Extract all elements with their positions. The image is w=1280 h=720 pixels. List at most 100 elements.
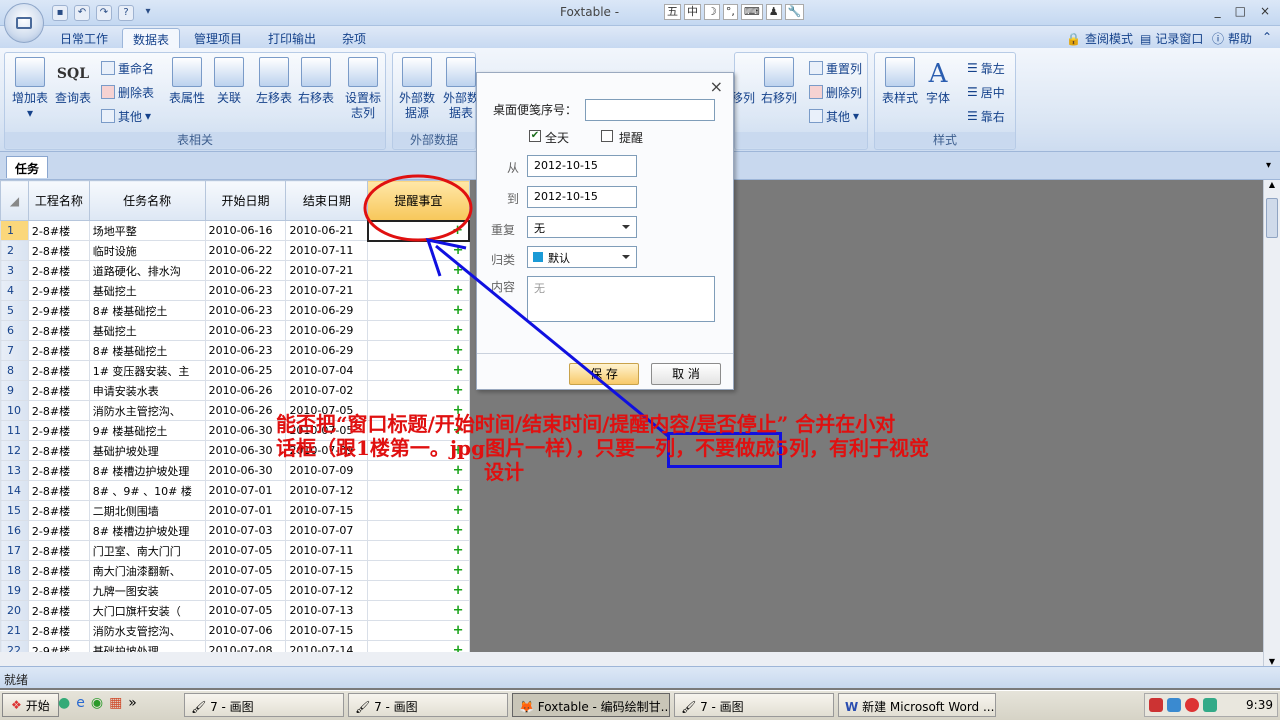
cell-task[interactable]: 9# 楼基础挖土 xyxy=(88,420,206,441)
cell-project[interactable]: 2-8#楼 xyxy=(27,440,90,461)
minimize-button[interactable]: _ xyxy=(1215,4,1221,18)
col-header-project[interactable]: 工程名称 xyxy=(27,180,90,221)
cell-start[interactable]: 2010-07-01 xyxy=(204,480,287,501)
more-icon[interactable]: » xyxy=(128,695,137,711)
cell-reminder[interactable]: + xyxy=(367,340,470,361)
cell-task[interactable]: 申请安装水表 xyxy=(88,380,206,401)
cell-start[interactable]: 2010-07-01 xyxy=(204,500,287,521)
cell-start[interactable]: 2010-06-23 xyxy=(204,320,287,341)
cell-task[interactable]: 南大门油漆翻新、 xyxy=(88,560,206,581)
cell-task[interactable]: 8# 楼基础挖土 xyxy=(88,300,206,321)
cell-project[interactable]: 2-8#楼 xyxy=(27,400,90,421)
cell-start[interactable]: 2010-07-05 xyxy=(204,540,287,561)
add-reminder-icon[interactable]: + xyxy=(453,624,468,637)
table-row[interactable]: 9 2-8#楼 申请安装水表 2010-06-26 2010-07-02 + xyxy=(0,380,470,401)
cell-reminder[interactable]: + xyxy=(367,380,470,401)
table-row[interactable]: 3 2-8#楼 道路硬化、排水沟 2010-06-22 2010-07-21 + xyxy=(0,260,470,281)
record-window-button[interactable]: ▤ 记录窗口 xyxy=(1140,30,1203,47)
cell-reminder[interactable]: + xyxy=(367,620,470,641)
close-icon[interactable]: × xyxy=(710,77,723,96)
table-row[interactable]: 6 2-8#楼 基础挖土 2010-06-23 2010-06-29 + xyxy=(0,320,470,341)
scroll-thumb[interactable] xyxy=(1266,198,1278,238)
cell-start[interactable]: 2010-07-03 xyxy=(204,520,287,541)
cell-task[interactable]: 8# 楼基础挖土 xyxy=(88,340,206,361)
app-menu-button[interactable] xyxy=(4,3,44,43)
cell-start[interactable]: 2010-07-06 xyxy=(204,620,287,641)
table-row[interactable]: 1 2-8#楼 场地平整 2010-06-16 2010-06-21 + xyxy=(0,219,470,242)
add-reminder-icon[interactable]: + xyxy=(453,544,468,557)
cell-start[interactable]: 2010-06-23 xyxy=(204,300,287,321)
tab-task[interactable]: 任务 xyxy=(6,156,49,178)
cell-end[interactable]: 2010-07-13 xyxy=(285,600,369,621)
cell-reminder[interactable]: + xyxy=(367,260,470,281)
ime-keyboard-icon[interactable]: ⌨ xyxy=(740,4,763,20)
cell-end[interactable]: 2010-07-04 xyxy=(285,360,369,381)
cell-end[interactable]: 2010-07-15 xyxy=(285,560,369,581)
other-col-button[interactable]: 其他 ▾ xyxy=(809,107,859,125)
cell-reminder[interactable]: + xyxy=(367,280,470,301)
add-reminder-icon[interactable]: + xyxy=(453,384,468,397)
add-table-button[interactable]: 增加表 ▾ xyxy=(7,57,53,121)
tab-dropdown-icon[interactable]: ▾ xyxy=(1266,160,1271,171)
qat-dropdown-icon[interactable]: ▾ xyxy=(140,5,156,21)
cell-end[interactable]: 2010-07-21 xyxy=(285,260,369,281)
cell-project[interactable]: 2-9#楼 xyxy=(27,520,90,541)
cell-reminder[interactable]: + xyxy=(367,540,470,561)
cell-reminder[interactable]: + xyxy=(367,560,470,581)
cell-task[interactable]: 基础挖土 xyxy=(88,320,206,341)
add-reminder-icon[interactable]: + xyxy=(453,524,468,537)
delete-col-button[interactable]: 删除列 xyxy=(809,83,862,101)
other-table-button[interactable]: 其他 ▾ xyxy=(101,107,151,125)
table-row[interactable]: 18 2-8#楼 南大门油漆翻新、 2010-07-05 2010-07-15 + xyxy=(0,560,470,581)
cell-project[interactable]: 2-8#楼 xyxy=(27,240,90,261)
maximize-button[interactable]: □ xyxy=(1235,4,1246,18)
table-row[interactable]: 8 2-8#楼 1# 变压器安装、主 2010-06-25 2010-07-04 + xyxy=(0,360,470,381)
cell-start[interactable]: 2010-06-22 xyxy=(204,240,287,261)
cell-reminder[interactable]: + xyxy=(367,520,470,541)
ime-tools-icon[interactable]: 🔧 xyxy=(784,4,805,20)
cell-project[interactable]: 2-9#楼 xyxy=(27,280,90,301)
reset-col-button[interactable]: 重置列 xyxy=(809,59,862,77)
cell-project[interactable]: 2-8#楼 xyxy=(27,600,90,621)
cell-end[interactable]: 2010-06-29 xyxy=(285,340,369,361)
right-col-button[interactable]: 右移列 xyxy=(757,57,801,106)
table-row[interactable]: 17 2-8#楼 门卫室、南大门门 2010-07-05 2010-07-11 + xyxy=(0,540,470,561)
col-header-task[interactable]: 任务名称 xyxy=(88,180,206,221)
cell-end[interactable]: 2010-07-02 xyxy=(285,380,369,401)
add-reminder-icon[interactable]: + xyxy=(453,364,468,377)
col-header-start[interactable]: 开始日期 xyxy=(204,180,287,221)
add-reminder-icon[interactable]: + xyxy=(453,324,468,337)
corner-cell[interactable]: ◢ xyxy=(0,180,29,221)
ribbon-minimize-icon[interactable]: ⌃ xyxy=(1262,30,1272,44)
cell-reminder[interactable]: + xyxy=(367,600,470,621)
tab-print[interactable]: 打印输出 xyxy=(258,28,326,48)
start-button[interactable]: ❖ 开始 xyxy=(2,693,59,717)
table-row[interactable]: 15 2-8#楼 二期北侧围墙 2010-07-01 2010-07-15 + xyxy=(0,500,470,521)
cell-task[interactable]: 基础挖土 xyxy=(88,280,206,301)
cell-project[interactable]: 2-8#楼 xyxy=(27,340,90,361)
cell-end[interactable]: 2010-07-12 xyxy=(285,580,369,601)
task-paint-3[interactable]: 🖌 7 - 画图 xyxy=(674,693,834,717)
cell-start[interactable]: 2010-06-26 xyxy=(204,400,287,421)
table-row[interactable]: 5 2-9#楼 8# 楼基础挖土 2010-06-23 2010-06-29 + xyxy=(0,300,470,321)
redo-icon[interactable]: ↷ xyxy=(96,5,112,21)
cell-start[interactable]: 2010-06-30 xyxy=(204,440,287,461)
table-row[interactable]: 7 2-8#楼 8# 楼基础挖土 2010-06-23 2010-06-29 + xyxy=(0,340,470,361)
tab-misc[interactable]: 杂项 xyxy=(332,28,376,48)
move-left-button[interactable]: 左移表 xyxy=(253,57,295,106)
undo-icon[interactable]: ↶ xyxy=(74,5,90,21)
help-icon[interactable]: ? xyxy=(118,5,134,21)
cell-task[interactable]: 基础护坡处理 xyxy=(88,440,206,461)
move-right-button[interactable]: 右移表 xyxy=(295,57,337,106)
query-table-button[interactable]: SQL 查询表 xyxy=(53,57,93,106)
cell-start[interactable]: 2010-06-25 xyxy=(204,360,287,381)
cell-end[interactable]: 2010-07-11 xyxy=(285,240,369,261)
cell-end[interactable]: 2010-06-29 xyxy=(285,300,369,321)
cell-project[interactable]: 2-8#楼 xyxy=(27,360,90,381)
table-row[interactable]: 16 2-9#楼 8# 楼槽边护坡处理 2010-07-03 2010-07-07 + xyxy=(0,520,470,541)
cell-task[interactable]: 消防水支管挖沟、 xyxy=(88,620,206,641)
cell-task[interactable]: 道路硬化、排水沟 xyxy=(88,260,206,281)
col-header-reminder[interactable]: 提醒事宜 xyxy=(367,180,470,221)
cell-end[interactable]: 2010-06-29 xyxy=(285,320,369,341)
cell-project[interactable]: 2-8#楼 xyxy=(27,320,90,341)
